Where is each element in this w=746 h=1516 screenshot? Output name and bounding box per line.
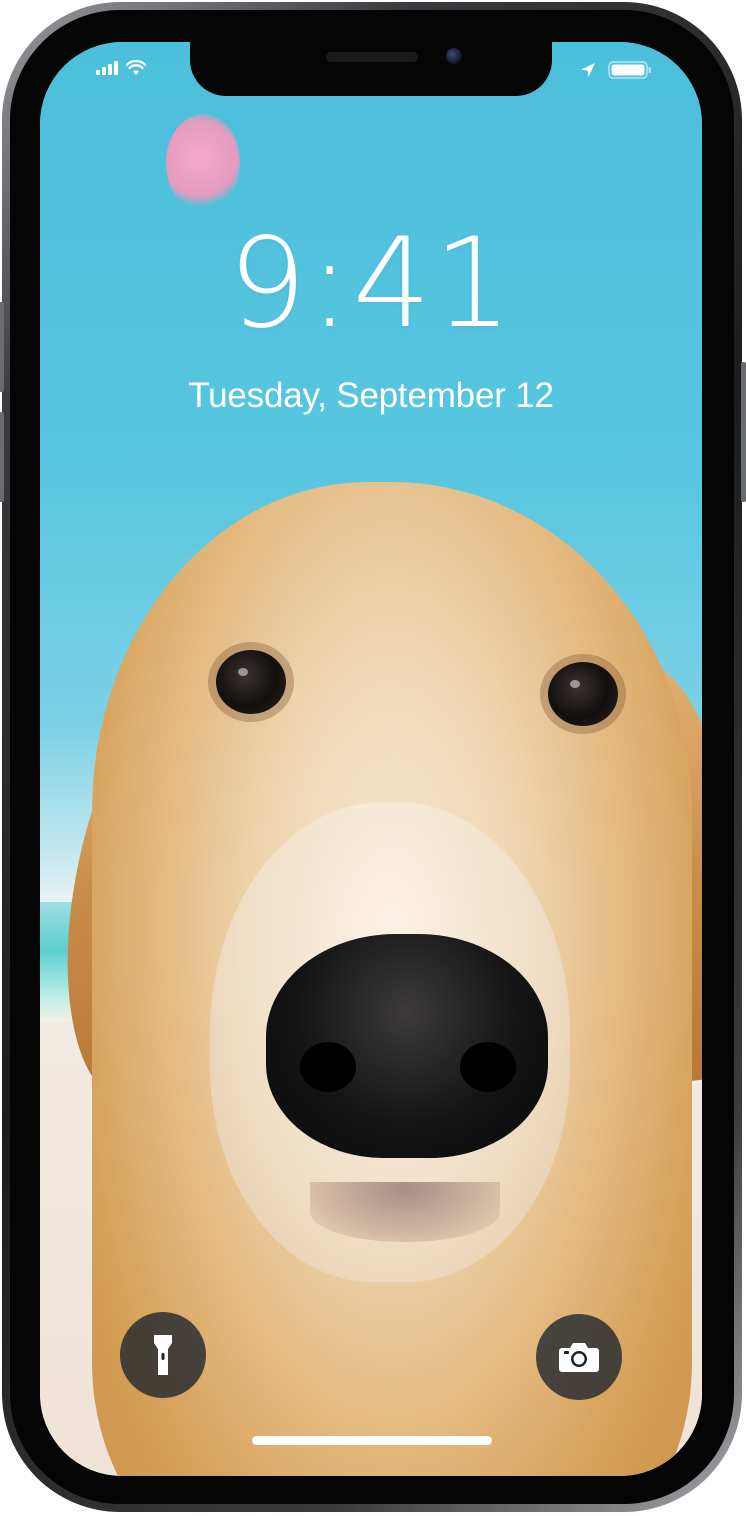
lock-screen-time: 9:41 [227, 212, 515, 356]
wifi-icon [126, 60, 146, 75]
flashlight-icon [154, 1335, 172, 1375]
camera-button[interactable] [536, 1314, 622, 1400]
notch [190, 42, 552, 96]
dog-left-nostril [300, 1042, 356, 1092]
dog-left-eye [216, 650, 286, 714]
battery-icon [608, 61, 651, 79]
phone-frame: 9:41 Tuesday, September 12 [0, 2, 746, 1512]
location-arrow-icon [581, 63, 595, 77]
volume-up-button [0, 302, 4, 392]
lock-screen[interactable]: 9:41 Tuesday, September 12 [40, 42, 702, 1476]
earpiece-speaker [326, 52, 418, 62]
home-indicator[interactable] [252, 1436, 492, 1445]
dog-right-nostril [460, 1042, 516, 1092]
dog-mouth [310, 1182, 500, 1242]
dog-right-eye [548, 662, 618, 726]
volume-down-button [0, 412, 4, 502]
signal-icon [96, 61, 118, 75]
dog-nose [266, 934, 548, 1158]
front-camera [446, 48, 462, 64]
side-button [741, 362, 746, 502]
status-bar-left [96, 60, 146, 76]
lock-screen-date: Tuesday, September 12 [188, 376, 554, 415]
wallpaper-pink-blob [166, 114, 240, 212]
status-bar-right [580, 60, 652, 80]
flashlight-button[interactable] [120, 1312, 206, 1398]
camera-icon [559, 1343, 599, 1372]
